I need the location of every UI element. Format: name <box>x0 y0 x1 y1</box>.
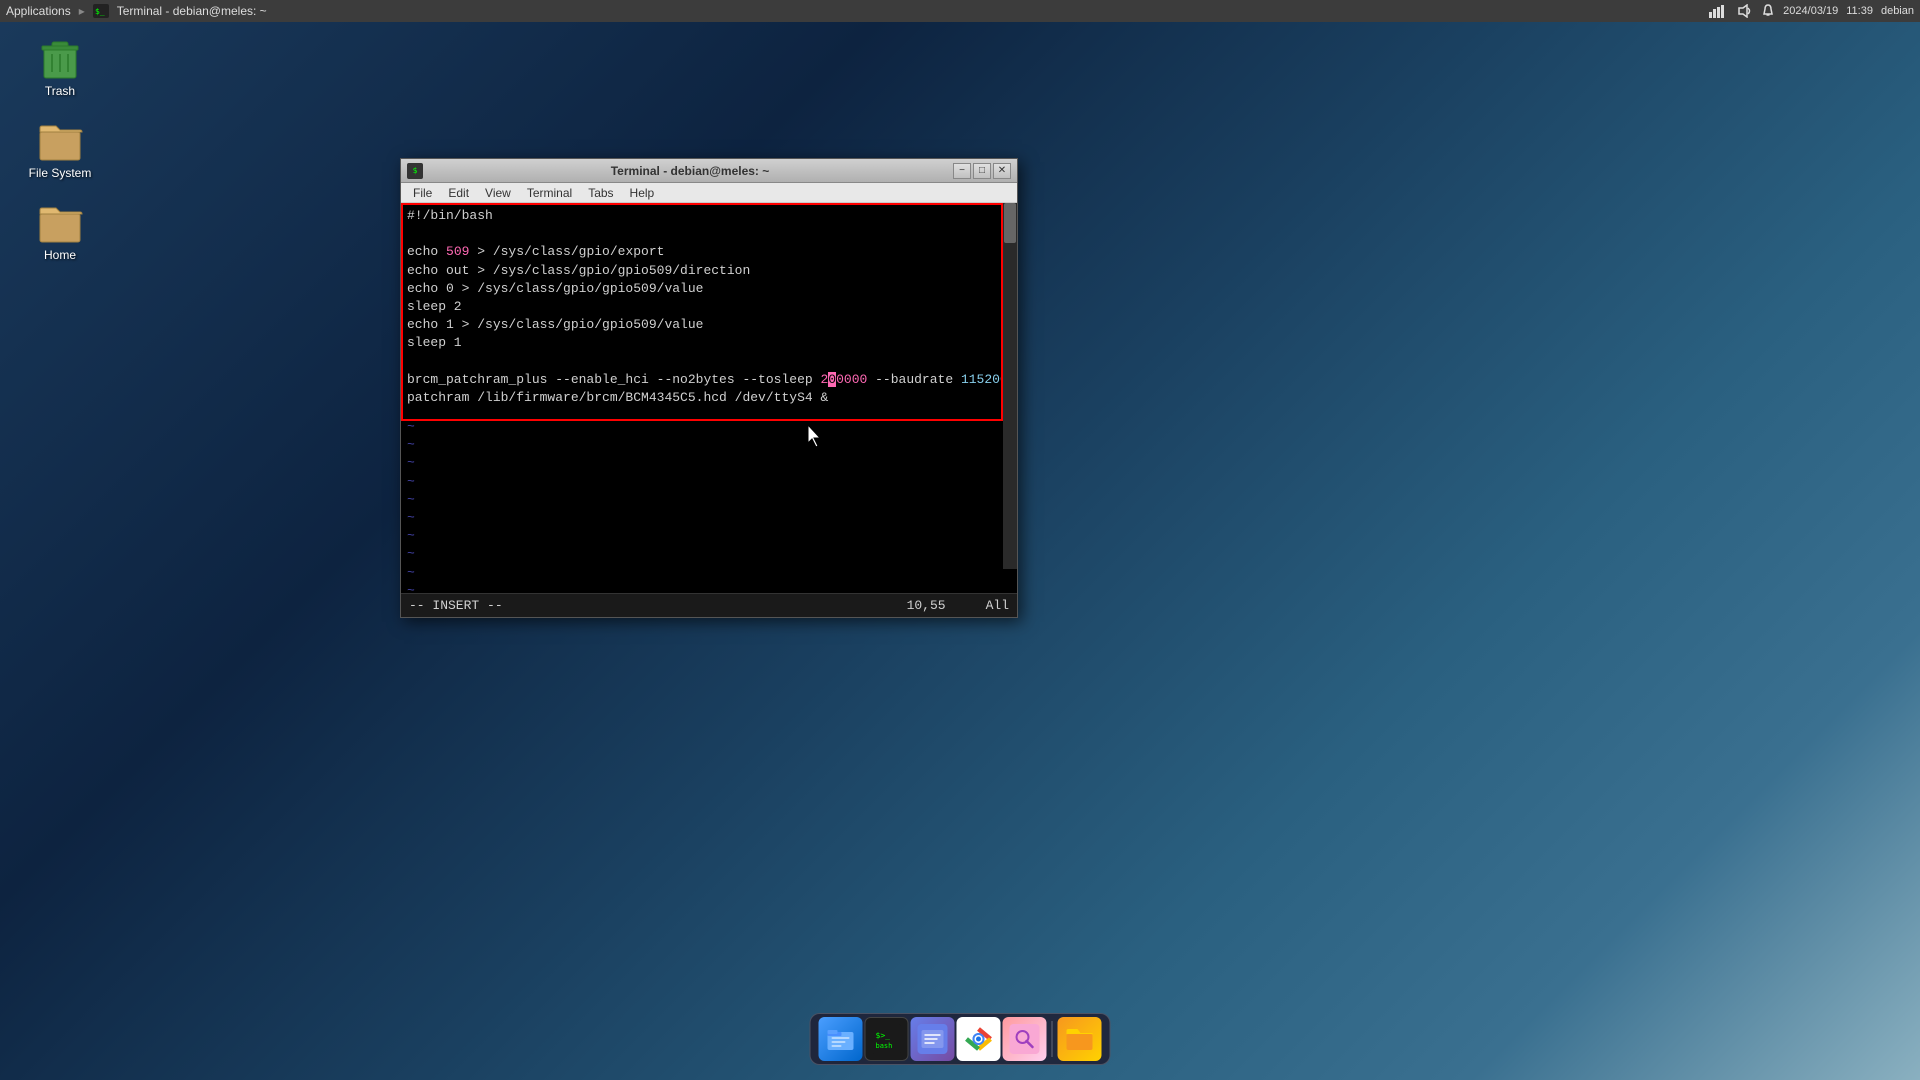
tilde-line-7: ~ <box>407 527 415 545</box>
filesystem-icon-item[interactable]: File System <box>20 112 100 184</box>
vim-tilde-lines: ~ ~ ~ ~ ~ ~ ~ ~ ~ ~ ~ ~ ~ ~ <box>407 418 415 593</box>
line-sleep-1: sleep 1 <box>407 335 462 350</box>
svg-text:$>_: $>_ <box>876 1031 891 1040</box>
taskbar-top-left: Applications ▸ $_ Terminal - debian@mele… <box>6 4 267 18</box>
terminal-title-text: Terminal - debian@meles: ~ <box>427 164 953 178</box>
dock-tasks-button[interactable] <box>911 1017 955 1061</box>
close-button[interactable]: ✕ <box>993 163 1011 179</box>
system-icons: 2024/03/19 11:39 debian <box>1709 4 1914 18</box>
taskbar-separator: ▸ <box>79 4 85 18</box>
bell-icon <box>1761 4 1775 18</box>
date-display: 2024/03/19 <box>1783 5 1838 17</box>
clock-display: 11:39 <box>1846 5 1873 17</box>
taskbar-bottom: $>_ bash <box>810 1013 1111 1065</box>
volume-icon <box>1737 4 1753 18</box>
menu-terminal[interactable]: Terminal <box>519 183 580 202</box>
dock-folder-button[interactable] <box>1058 1017 1102 1061</box>
terminal-status-bar: -- INSERT -- 10,55 All <box>401 593 1017 617</box>
terminal-titlebar: $ Terminal - debian@meles: ~ − □ ✕ <box>401 159 1017 183</box>
vim-line-col: 10,55 <box>907 598 946 613</box>
applications-label[interactable]: Applications <box>6 4 71 18</box>
svg-text:bash: bash <box>876 1042 893 1050</box>
terminal-icon-area: $ <box>407 163 427 179</box>
folder-dock-icon <box>1065 1024 1095 1054</box>
maximize-icon: □ <box>979 165 985 176</box>
taskbar-top-right: 2024/03/19 11:39 debian <box>1709 4 1914 18</box>
menu-edit[interactable]: Edit <box>440 183 477 202</box>
dock-files-button[interactable] <box>819 1017 863 1061</box>
desktop-icons: Trash File System Home <box>20 30 100 266</box>
dock-search-button[interactable] <box>1003 1017 1047 1061</box>
terminal-menubar: File Edit View Terminal Tabs Help <box>401 183 1017 203</box>
tilde-line-4: ~ <box>407 473 415 491</box>
home-icon-item[interactable]: Home <box>20 194 100 266</box>
scrollbar-thumb[interactable] <box>1004 203 1016 243</box>
menu-file[interactable]: File <box>405 183 440 202</box>
vim-scroll-position: All <box>986 598 1009 613</box>
home-icon-image <box>36 198 84 246</box>
close-icon: ✕ <box>998 165 1006 176</box>
terminal-window: $ Terminal - debian@meles: ~ − □ ✕ File … <box>400 158 1018 618</box>
terminal-window-controls: − □ ✕ <box>953 163 1011 179</box>
line-echo-out: echo out > /sys/class/gpio/gpio509/direc… <box>407 263 750 278</box>
menu-tabs[interactable]: Tabs <box>580 183 621 202</box>
line-patchram: patchram /lib/firmware/brcm/BCM4345C5.hc… <box>407 390 828 405</box>
trash-label: Trash <box>45 84 75 98</box>
line-echo-509: echo 509 > /sys/class/gpio/export <box>407 244 664 259</box>
vim-mode-indicator: -- INSERT -- <box>409 598 503 613</box>
filesystem-label: File System <box>29 166 92 180</box>
trash-icon-image <box>36 34 84 82</box>
files-dock-icon <box>826 1024 856 1054</box>
tilde-line-2: ~ <box>407 436 415 454</box>
menu-help[interactable]: Help <box>622 183 663 202</box>
home-label: Home <box>44 248 76 262</box>
desktop: Applications ▸ $_ Terminal - debian@mele… <box>0 0 1920 1080</box>
line-echo-0: echo 0 > /sys/class/gpio/gpio509/value <box>407 281 703 296</box>
dock-terminal-button[interactable]: $>_ bash <box>865 1017 909 1061</box>
tilde-line-8: ~ <box>407 545 415 563</box>
tilde-line-1: ~ <box>407 418 415 436</box>
signal-icon <box>1709 4 1729 18</box>
line-brcm: brcm_patchram_plus --enable_hci --no2byt… <box>407 372 1017 387</box>
tilde-line-5: ~ <box>407 491 415 509</box>
menu-view[interactable]: View <box>477 183 519 202</box>
line-sleep-2: sleep 2 <box>407 299 462 314</box>
line-echo-1: echo 1 > /sys/class/gpio/gpio509/value <box>407 317 703 332</box>
tilde-line-9: ~ <box>407 564 415 582</box>
terminal-window-icon: $ <box>407 163 423 179</box>
terminal-body[interactable]: #!/bin/bash echo 509 > /sys/class/gpio/e… <box>401 203 1017 593</box>
search-dock-icon <box>1010 1024 1040 1054</box>
chrome-dock-icon <box>964 1024 994 1054</box>
taskbar-terminal-label[interactable]: Terminal - debian@meles: ~ <box>117 4 267 18</box>
distro-label: debian <box>1881 5 1914 17</box>
filesystem-icon-image <box>36 116 84 164</box>
trash-icon-item[interactable]: Trash <box>20 30 100 102</box>
dock-separator <box>1052 1021 1053 1057</box>
tilde-line-10: ~ <box>407 582 415 593</box>
taskbar-top: Applications ▸ $_ Terminal - debian@mele… <box>0 0 1920 22</box>
minimize-icon: − <box>959 165 965 176</box>
svg-text:$_: $_ <box>95 7 105 16</box>
vim-position-area: 10,55 All <box>907 598 1009 613</box>
tasks-dock-icon <box>918 1024 948 1054</box>
terminal-dock-icon: $>_ bash <box>872 1024 902 1054</box>
maximize-button[interactable]: □ <box>973 163 991 179</box>
tilde-line-3: ~ <box>407 454 415 472</box>
minimize-button[interactable]: − <box>953 163 971 179</box>
terminal-content-area[interactable]: #!/bin/bash echo 509 > /sys/class/gpio/e… <box>401 203 1017 593</box>
dock-chrome-button[interactable] <box>957 1017 1001 1061</box>
tilde-line-6: ~ <box>407 509 415 527</box>
terminal-icon-small: $_ <box>93 4 109 18</box>
terminal-scrollbar[interactable] <box>1003 203 1017 569</box>
line-shebang: #!/bin/bash <box>407 208 493 223</box>
